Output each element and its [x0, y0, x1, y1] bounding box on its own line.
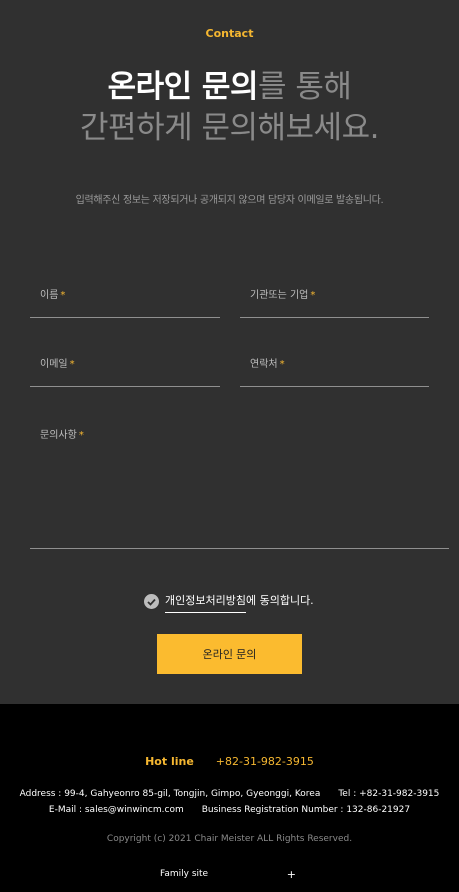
inquiry-label-text: 문의사항 [40, 430, 77, 441]
subtitle: 입력해주신 정보는 저장되거나 공개되지 않으며 담당자 이메일로 발송됩니다. [75, 195, 384, 206]
address-line: Address : 99-4, Gahyeonro 85-gil, Tongji… [0, 789, 459, 799]
phone-input[interactable] [250, 369, 429, 385]
footer: Hot line +82-31-982-3915 Address : 99-4, … [0, 704, 459, 892]
phone-field[interactable]: 연락처 * [240, 353, 429, 387]
name-input[interactable] [40, 300, 220, 316]
company-field[interactable]: 기관또는 기업 * [240, 284, 429, 318]
name-field[interactable]: 이름 * [30, 284, 220, 318]
agreement-suffix: 에 동의합니다. [245, 594, 314, 607]
email-label: 이메일 * [40, 355, 75, 370]
headline-line-1: 온라인 문의를 통해 [0, 67, 459, 107]
submit-inquiry-button[interactable]: 온라인 문의 [157, 634, 302, 674]
privacy-agreement[interactable]: 개인정보처리방침에 동의합니다. [144, 593, 314, 615]
contact-section: Contact 온라인 문의를 통해 간편하게 문의해보세요. 입력해주신 정보… [0, 0, 459, 704]
hotline: Hot line +82-31-982-3915 [0, 755, 459, 768]
check-circle-icon[interactable] [144, 594, 159, 609]
business-registration: Business Registration Number : 132-86-21… [201, 805, 411, 815]
required-mark: * [78, 430, 84, 441]
inquiry-textarea[interactable] [40, 444, 449, 544]
inquiry-field[interactable]: 문의사항 * [30, 424, 449, 549]
tel: Tel : +82-31-982-3915 [338, 789, 440, 799]
name-label: 이름 * [40, 286, 65, 301]
section-label: Contact [205, 27, 254, 40]
hotline-label: Hot line [145, 755, 194, 768]
headline-line-2: 간편하게 문의해보세요. [80, 110, 379, 146]
email-field[interactable]: 이메일 * [30, 353, 220, 387]
family-site-label: Family site [160, 869, 209, 879]
plus-icon[interactable]: + [287, 868, 296, 881]
headline-rest: 를 통해 [257, 69, 352, 105]
headline-strong: 온라인 문의 [107, 69, 259, 105]
inquiry-label: 문의사항 * [40, 426, 84, 441]
email-input[interactable] [40, 369, 220, 385]
agreement-text: 개인정보처리방침에 동의합니다. [165, 593, 314, 613]
address: Address : 99-4, Gahyeonro 85-gil, Tongji… [19, 789, 321, 799]
phone-label: 연락처 * [250, 355, 285, 370]
family-site-select[interactable]: Family site + [160, 866, 296, 882]
hotline-number[interactable]: +82-31-982-3915 [216, 755, 314, 768]
email: E-Mail : sales@winwincm.com [48, 805, 184, 815]
contact-line: E-Mail : sales@winwincm.com Business Regi… [0, 805, 459, 815]
copyright: Copyright (c) 2021 Chair Meister ALL Rig… [106, 834, 353, 844]
privacy-policy-link[interactable]: 개인정보처리방침 [165, 594, 246, 613]
company-label: 기관또는 기업 * [250, 286, 315, 301]
company-input[interactable] [250, 300, 429, 316]
